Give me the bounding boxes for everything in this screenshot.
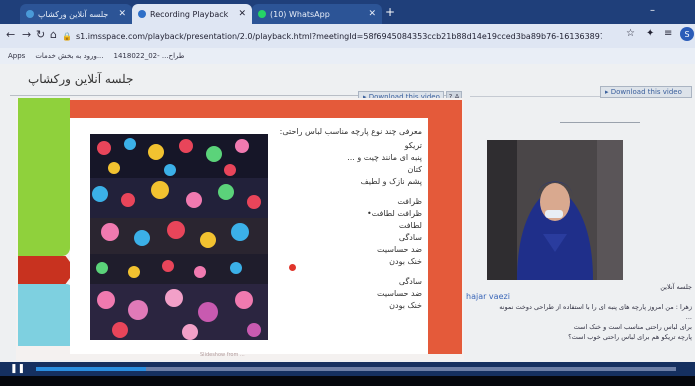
slide-feature: ضد حساسیت bbox=[376, 245, 422, 254]
slide-list-item: پنبه ای مانند چیت و ... bbox=[347, 153, 422, 162]
slide-feature: سادگی bbox=[398, 277, 422, 286]
slide-decoration-green bbox=[18, 98, 70, 256]
chat-message: برای لباس راحتی مناسب است و خنک است bbox=[573, 323, 692, 331]
bookmarks-bar: Apps ورود به بخش خدمات... طراح... -02_14… bbox=[0, 48, 695, 64]
url-text: s1.imsspace.com/playback/presentation/2.… bbox=[75, 31, 602, 41]
progress-fill bbox=[36, 367, 146, 371]
slide-feature: ضد حساسیت bbox=[376, 289, 422, 298]
chat-message: زهرا : من امروز پارچه های پنبه ای را با … bbox=[499, 303, 692, 311]
slide-feature: سادگی bbox=[398, 233, 422, 242]
tab-workshop[interactable]: جلسه آنلاین ورکشاپ ✕ bbox=[20, 4, 132, 24]
tab-label: Recording Playback bbox=[150, 9, 229, 19]
slide-heading: معرفی چند نوع پارچه مناسب لباس راحتی: bbox=[279, 127, 422, 136]
slide-side-band bbox=[428, 100, 462, 354]
close-icon[interactable]: ✕ bbox=[118, 9, 126, 19]
forward-icon[interactable]: → bbox=[22, 28, 31, 41]
tab-favicon-icon bbox=[138, 10, 146, 18]
new-tab-button[interactable]: + bbox=[385, 5, 395, 19]
url-field[interactable]: 🔒 s1.imsspace.com/playback/presentation/… bbox=[62, 28, 602, 44]
screen-bezel bbox=[0, 376, 695, 386]
chat-message: پارچه تریکو هم برای لباس راحتی خوب است؟ bbox=[568, 333, 692, 341]
chat-panel: جلسه آنلاین hajar vaezi زهرا : من امروز … bbox=[466, 282, 692, 362]
whatsapp-icon bbox=[258, 10, 266, 18]
slide-footer: Slideshow from ... bbox=[200, 352, 245, 358]
divider bbox=[560, 122, 640, 123]
back-icon[interactable]: ← bbox=[6, 28, 15, 41]
home-icon[interactable]: ⌂ bbox=[50, 28, 57, 41]
menu-icon[interactable]: ≡ bbox=[664, 28, 672, 39]
star-icon[interactable]: ☆ bbox=[626, 28, 635, 39]
bookmark-apps[interactable]: Apps bbox=[8, 52, 25, 60]
slide-feature: ظرافت bbox=[397, 197, 422, 206]
tab-label: (10) WhatsApp bbox=[270, 9, 330, 19]
chat-header: جلسه آنلاین bbox=[660, 283, 692, 291]
slide-decoration-arrow bbox=[18, 256, 76, 284]
chat-message: ... bbox=[685, 313, 692, 321]
slide-list-item: تریکو bbox=[404, 141, 422, 150]
bookmark-item[interactable]: ورود به بخش خدمات... bbox=[35, 52, 103, 60]
download-label: Download this video bbox=[610, 88, 682, 96]
extension-icon[interactable]: ✦ bbox=[646, 28, 654, 39]
bookmark-item[interactable]: طراح... -02_1418022 bbox=[114, 52, 185, 60]
close-icon[interactable]: ✕ bbox=[368, 9, 376, 19]
slide-feature: لطافت bbox=[398, 221, 422, 230]
chat-username: hajar vaezi bbox=[466, 292, 510, 301]
slide-text-block: معرفی چند نوع پارچه مناسب لباس راحتی: تر… bbox=[279, 126, 422, 312]
tab-recording-playback[interactable]: Recording Playback ✕ bbox=[132, 4, 252, 24]
lock-icon: 🔒 bbox=[62, 31, 72, 41]
download-video-side-button[interactable]: ▸ Download this video bbox=[600, 86, 692, 98]
slide-decoration-blue bbox=[18, 284, 74, 346]
close-icon[interactable]: ✕ bbox=[238, 9, 246, 19]
fabric-floral-image bbox=[90, 134, 268, 340]
slide-feature: خنک بودن bbox=[389, 301, 422, 310]
page-title: جلسه آنلاین ورکشاپ bbox=[28, 72, 134, 86]
profile-avatar[interactable]: S bbox=[680, 27, 694, 41]
slide-feature: خنک بودن bbox=[389, 257, 422, 266]
laser-pointer-dot bbox=[289, 264, 296, 271]
tab-favicon-icon bbox=[26, 10, 34, 18]
slide-header-band bbox=[70, 100, 462, 118]
webcam-video[interactable] bbox=[487, 140, 623, 280]
minimize-icon[interactable]: – bbox=[650, 5, 655, 16]
slide-list-item: کتان bbox=[407, 165, 422, 174]
tab-label: جلسه آنلاین ورکشاپ bbox=[38, 9, 109, 19]
reload-icon[interactable]: ↻ bbox=[36, 28, 45, 41]
slide-feature: ظرافت لطافت• bbox=[366, 209, 422, 218]
slide-list-item: پشم نازک و لطیف bbox=[360, 177, 422, 186]
tab-whatsapp[interactable]: (10) WhatsApp ✕ bbox=[252, 4, 382, 24]
